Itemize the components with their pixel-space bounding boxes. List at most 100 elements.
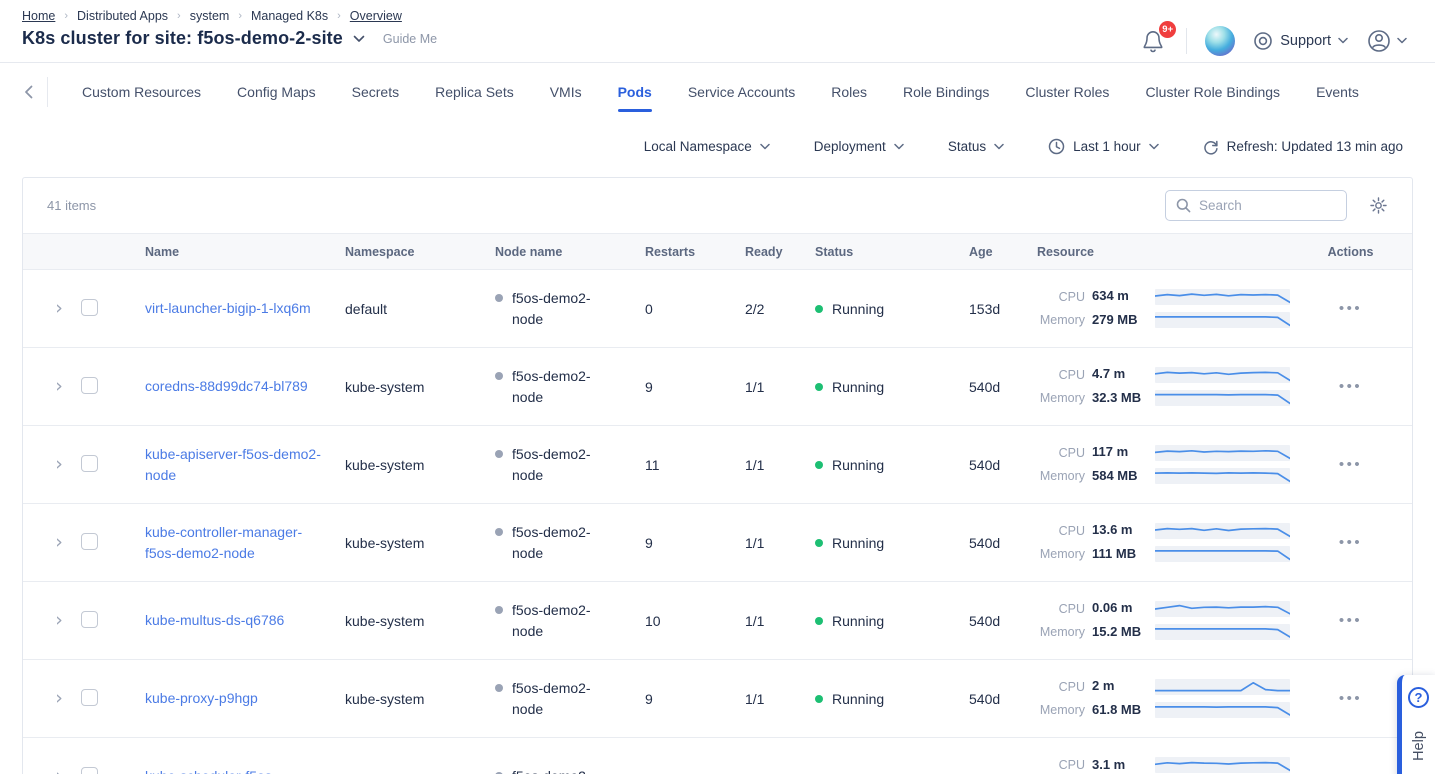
account-menu[interactable]	[1366, 28, 1407, 54]
breadcrumb-item[interactable]: Distributed Apps	[77, 9, 168, 23]
title-chevron-down-icon[interactable]	[353, 35, 365, 43]
col-resource: Resource	[1037, 245, 1289, 259]
chevron-down-icon	[894, 143, 904, 150]
row-checkbox[interactable]	[81, 767, 98, 774]
breadcrumb-item[interactable]: system	[190, 9, 230, 23]
row-actions-menu[interactable]: •••	[1339, 534, 1362, 551]
tab-replica-sets[interactable]: Replica Sets	[435, 78, 514, 106]
cpu-sparkline	[1155, 523, 1290, 539]
cpu-value: 0.06 m	[1092, 600, 1148, 617]
cpu-label: CPU	[1037, 290, 1085, 304]
status-dot	[815, 305, 823, 313]
cpu-value: 4.7 m	[1092, 366, 1148, 383]
pod-name-link[interactable]: coredns-88d99dc74-bl789	[145, 376, 308, 396]
notification-badge: 9+	[1159, 21, 1176, 38]
tab-events[interactable]: Events	[1316, 78, 1359, 106]
breadcrumb-item[interactable]: Home	[22, 9, 55, 23]
memory-line: Memory 61.8 MB	[1037, 702, 1289, 719]
row-checkbox[interactable]	[81, 377, 98, 394]
row-checkbox[interactable]	[81, 689, 98, 706]
table-row: › kube-scheduler-f5os- f5os-demo2- CPU 3…	[23, 738, 1412, 774]
memory-label: Memory	[1037, 391, 1085, 405]
tab-cluster-roles[interactable]: Cluster Roles	[1025, 78, 1109, 106]
refresh-control[interactable]: Refresh: Updated 13 min ago	[1203, 139, 1403, 155]
status-filter[interactable]: Status	[948, 139, 1004, 154]
cpu-sparkline	[1155, 601, 1290, 617]
row-actions-menu[interactable]: •••	[1339, 378, 1362, 395]
pod-name-link[interactable]: kube-multus-ds-q6786	[145, 610, 284, 630]
memory-line: Memory 279 MB	[1037, 312, 1289, 329]
time-range-filter[interactable]: Last 1 hour	[1048, 138, 1159, 155]
memory-value: 584 MB	[1092, 468, 1148, 485]
row-expand-chevron[interactable]: ›	[41, 767, 77, 774]
cpu-line: CPU 3.1 m	[1037, 757, 1289, 774]
search-box[interactable]	[1165, 190, 1347, 221]
tab-roles[interactable]: Roles	[831, 78, 867, 106]
row-expand-chevron[interactable]: ›	[41, 533, 77, 552]
breadcrumb-item[interactable]: Managed K8s	[251, 9, 328, 23]
tab-custom-resources[interactable]: Custom Resources	[82, 78, 201, 106]
notifications-button[interactable]: 9+	[1138, 25, 1168, 57]
cpu-line: CPU 0.06 m	[1037, 600, 1289, 617]
pod-namespace: kube-system	[345, 457, 495, 473]
row-expand-chevron[interactable]: ›	[41, 611, 77, 630]
col-name: Name	[145, 245, 345, 259]
deployment-filter[interactable]: Deployment	[814, 139, 904, 154]
memory-label: Memory	[1037, 469, 1085, 483]
row-actions-menu[interactable]: •••	[1339, 768, 1362, 774]
breadcrumb-separator: ›	[64, 10, 68, 22]
breadcrumb-item[interactable]: Overview	[350, 9, 402, 23]
help-widget[interactable]: ? Help	[1397, 675, 1435, 774]
row-actions-menu[interactable]: •••	[1339, 300, 1362, 317]
row-checkbox[interactable]	[81, 455, 98, 472]
tab-pods[interactable]: Pods	[618, 78, 652, 106]
node-dot-icon	[495, 372, 503, 380]
tabbar-divider	[47, 77, 48, 107]
memory-line: Memory 584 MB	[1037, 468, 1289, 485]
namespace-filter[interactable]: Local Namespace	[644, 139, 770, 154]
row-checkbox[interactable]	[81, 533, 98, 550]
row-expand-chevron[interactable]: ›	[41, 377, 77, 396]
pod-name-link[interactable]: kube-proxy-p9hgp	[145, 688, 258, 708]
tab-cluster-role-bindings[interactable]: Cluster Role Bindings	[1145, 78, 1280, 106]
row-expand-chevron[interactable]: ›	[41, 455, 77, 474]
search-input[interactable]	[1199, 198, 1336, 213]
cpu-label: CPU	[1037, 368, 1085, 382]
status-filter-label: Status	[948, 139, 986, 154]
col-ready: Ready	[745, 245, 815, 259]
pod-name-link[interactable]: virt-launcher-bigip-1-lxq6m	[145, 298, 311, 318]
pod-name-link[interactable]: kube-controller-manager-f5os-demo2-node	[145, 522, 327, 563]
tenant-avatar[interactable]	[1205, 26, 1235, 56]
row-actions-menu[interactable]: •••	[1339, 612, 1362, 629]
memory-value: 279 MB	[1092, 312, 1148, 329]
pod-name-link[interactable]: kube-apiserver-f5os-demo2-node	[145, 444, 327, 485]
support-menu[interactable]: Support	[1253, 31, 1348, 51]
pod-namespace: kube-system	[345, 613, 495, 629]
pod-name-link[interactable]: kube-scheduler-f5os-	[145, 766, 277, 774]
tabs-scroll-left-button[interactable]	[24, 85, 33, 99]
search-icon	[1176, 198, 1191, 213]
tab-config-maps[interactable]: Config Maps	[237, 78, 316, 106]
tab-role-bindings[interactable]: Role Bindings	[903, 78, 989, 106]
row-checkbox[interactable]	[81, 299, 98, 316]
cpu-sparkline	[1155, 757, 1290, 773]
support-chevron-down-icon	[1338, 37, 1348, 44]
tab-service-accounts[interactable]: Service Accounts	[688, 78, 795, 106]
row-checkbox[interactable]	[81, 611, 98, 628]
memory-value: 32.3 MB	[1092, 390, 1148, 407]
cpu-sparkline	[1155, 367, 1290, 383]
status-dot	[815, 383, 823, 391]
tab-secrets[interactable]: Secrets	[352, 78, 399, 106]
col-actions: Actions	[1289, 245, 1412, 259]
pod-age: 540d	[969, 613, 1037, 629]
cpu-sparkline	[1155, 445, 1290, 461]
row-expand-chevron[interactable]: ›	[41, 689, 77, 708]
filter-row: Local Namespace Deployment Status Last 1…	[0, 120, 1435, 161]
memory-sparkline	[1155, 624, 1290, 640]
tab-vmis[interactable]: VMIs	[550, 78, 582, 106]
row-expand-chevron[interactable]: ›	[41, 299, 77, 318]
table-settings-gear-icon[interactable]	[1369, 196, 1388, 215]
row-actions-menu[interactable]: •••	[1339, 456, 1362, 473]
guide-me-link[interactable]: Guide Me	[383, 32, 437, 46]
row-actions-menu[interactable]: •••	[1339, 690, 1362, 707]
